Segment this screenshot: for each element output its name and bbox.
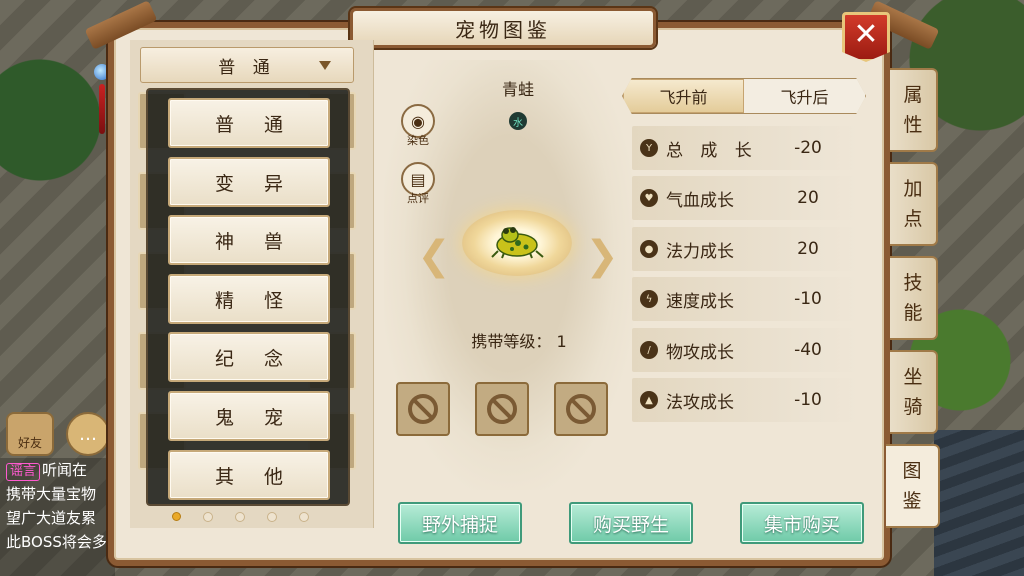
category-option-normal[interactable]: 普 通 <box>168 98 330 148</box>
chat-log[interactable]: 谣言 听闻在 携带大量宝物 望广大道友累 此BOSS将会多 <box>0 458 115 576</box>
carry-level-label: 携带等级： <box>471 332 552 351</box>
ascension-tabs: 飞升前 飞升后 <box>622 78 866 114</box>
growth-icon: Y <box>640 139 658 157</box>
close-button[interactable]: ✕ <box>842 12 890 62</box>
stat-label: 法攻成长 <box>666 392 734 413</box>
page-dot-active[interactable] <box>172 512 181 521</box>
skill-slot[interactable] <box>475 382 529 436</box>
next-pet-arrow-icon[interactable]: ❯ <box>584 233 620 279</box>
side-tab-skills[interactable]: 技能 <box>890 256 938 340</box>
chat-line: 谣言 听闻在 <box>6 458 115 482</box>
tassel-decoration <box>99 84 105 134</box>
stat-row-magic-attack-growth: ▲ 法攻成长 -10 <box>632 378 860 422</box>
pet-name: 青蛙 <box>501 80 534 99</box>
sword-icon: / <box>640 341 658 359</box>
category-menu: 普 通 变 异 神 兽 精 怪 纪 念 鬼 宠 其 他 <box>146 88 350 506</box>
chat-line: 望广大道友累 <box>6 509 97 527</box>
stat-label: 速度成长 <box>666 291 734 312</box>
category-dropdown[interactable]: 普 通 <box>140 47 354 83</box>
empty-slot-icon <box>566 394 596 424</box>
lightning-icon: ϟ <box>640 290 658 308</box>
friends-button[interactable]: 好友 <box>6 412 54 456</box>
rumor-tag: 谣言 <box>6 463 41 481</box>
category-option-commemorative[interactable]: 纪 念 <box>168 332 330 382</box>
background-roof <box>934 430 1024 576</box>
comment-icon: ▤ <box>410 169 426 189</box>
stat-row-mana-growth: ● 法力成长 20 <box>632 227 860 271</box>
skill-slot[interactable] <box>554 382 608 436</box>
stat-row-hp-growth: ♥ 气血成长 20 <box>632 176 860 220</box>
frog-pet-model <box>491 227 544 259</box>
stat-row-physical-attack-growth: / 物攻成长 -40 <box>632 328 860 372</box>
stat-label: 气血成长 <box>666 190 734 211</box>
side-tab-mount[interactable]: 坐骑 <box>890 350 938 434</box>
category-option-ghost-pet[interactable]: 鬼 宠 <box>168 391 330 441</box>
page-dot[interactable] <box>203 512 213 522</box>
buy-wild-button[interactable]: 购买野生 <box>569 502 693 544</box>
category-option-other[interactable]: 其 他 <box>168 450 330 500</box>
stat-label: 物攻成长 <box>666 342 734 363</box>
category-option-spirit[interactable]: 精 怪 <box>168 274 330 324</box>
stat-label: 法力成长 <box>666 241 734 262</box>
dye-label: 染色 <box>407 134 429 147</box>
stat-value: -20 <box>794 138 822 158</box>
wild-capture-button[interactable]: 野外捕捉 <box>398 502 522 544</box>
carry-level: 携带等级： 1 <box>434 328 604 352</box>
stat-value: -10 <box>794 289 822 309</box>
skill-slot[interactable] <box>396 382 450 436</box>
tab-before-ascension[interactable]: 飞升前 <box>623 79 744 113</box>
eye-icon: ◉ <box>411 111 425 131</box>
page-dot[interactable] <box>267 512 277 522</box>
empty-slot-icon <box>487 394 517 424</box>
side-tab-add-points[interactable]: 加点 <box>890 162 938 246</box>
stat-value: -10 <box>794 390 822 410</box>
chat-line: 此BOSS将会多 <box>6 533 107 551</box>
page-indicator <box>172 512 309 522</box>
empty-slot-icon <box>408 394 438 424</box>
heart-icon: ♥ <box>640 189 658 207</box>
stat-value: 20 <box>797 239 819 259</box>
side-tab-codex[interactable]: 图鉴 <box>886 444 940 528</box>
flame-icon: ▲ <box>640 391 658 409</box>
category-option-divine-beast[interactable]: 神 兽 <box>168 215 330 265</box>
previous-pet-arrow-icon[interactable]: ❮ <box>416 233 452 279</box>
chat-bubble-icon[interactable]: … <box>66 412 110 456</box>
page-dot[interactable] <box>235 512 245 522</box>
mana-drop-icon: ● <box>640 240 658 258</box>
category-option-mutant[interactable]: 变 异 <box>168 157 330 207</box>
stat-row-speed-growth: ϟ 速度成长 -10 <box>632 277 860 321</box>
side-tab-attributes[interactable]: 属性 <box>890 68 938 152</box>
stat-value: 20 <box>797 188 819 208</box>
chevron-down-icon <box>319 61 331 70</box>
window-title: 宠物图鉴 <box>350 8 656 48</box>
page-dot[interactable] <box>299 512 309 522</box>
review-label: 点评 <box>407 192 429 205</box>
category-dropdown-value: 普 通 <box>218 57 276 78</box>
friends-button-label: 好友 <box>17 436 42 450</box>
stat-row-total-growth: Y 总 成 长 -20 <box>632 126 860 170</box>
market-buy-button[interactable]: 集市购买 <box>740 502 864 544</box>
tab-after-ascension[interactable]: 飞升后 <box>744 79 865 113</box>
chat-line: 携带大量宝物 <box>6 485 97 503</box>
water-element-icon: 水 <box>509 112 527 130</box>
carry-level-value: 1 <box>556 332 567 351</box>
close-icon: ✕ <box>853 16 879 52</box>
stat-value: -40 <box>794 340 822 360</box>
stat-label: 总 成 长 <box>666 140 758 161</box>
